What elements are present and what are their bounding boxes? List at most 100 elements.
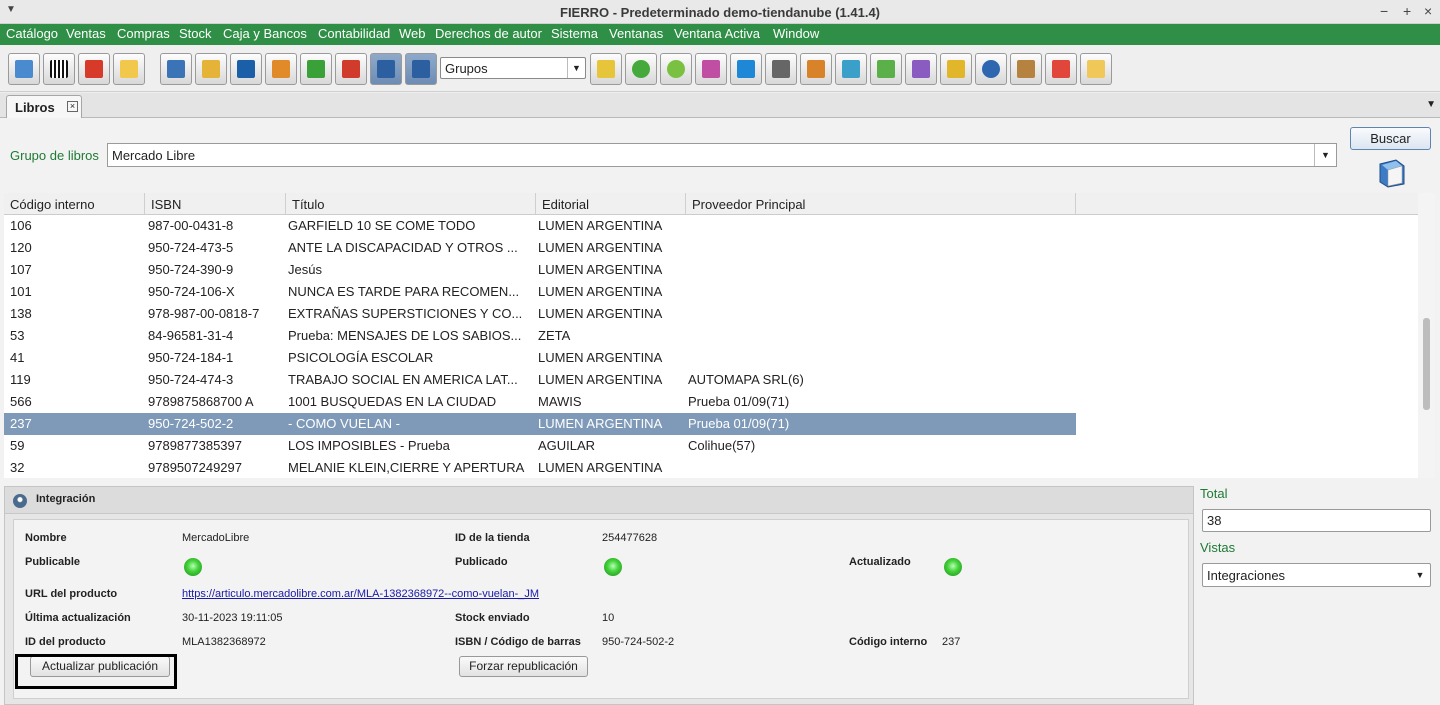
table-cell: LUMEN ARGENTINA <box>538 240 663 255</box>
ultima-label: Última actualización <box>25 612 131 624</box>
chevron-down-icon: ▼ <box>567 58 585 78</box>
forzar-republicacion-button[interactable]: Forzar republicación <box>459 656 588 677</box>
notes-button[interactable] <box>195 53 227 85</box>
col-isbn[interactable]: ISBN <box>145 193 286 215</box>
col-editorial[interactable]: Editorial <box>536 193 686 215</box>
table-scrollbar[interactable] <box>1418 193 1435 478</box>
table-row[interactable]: 138 978-987-00-0818-7 EXTRAÑAS SUPERSTICIO… <box>4 303 1076 325</box>
table-cell: 237 <box>10 416 32 431</box>
monitor-button[interactable] <box>730 53 762 85</box>
table-cell: LUMEN ARGENTINA <box>538 350 663 365</box>
integration-header[interactable]: Integración <box>5 487 1193 514</box>
table-cell: 84-96581-31-4 <box>148 328 234 343</box>
table-row[interactable]: 101 950-724-106-X NUNCA ES TARDE PARA RECO… <box>4 281 1076 303</box>
grid-view-button[interactable] <box>405 53 437 85</box>
maximize-button[interactable]: + <box>1403 3 1411 19</box>
clip-button[interactable] <box>940 53 972 85</box>
transfer-button[interactable] <box>265 53 297 85</box>
shield-button[interactable] <box>230 53 262 85</box>
se-doc-button[interactable] <box>870 53 902 85</box>
target-button[interactable] <box>625 53 657 85</box>
minimize-button[interactable]: − <box>1380 3 1388 19</box>
vistas-label: Vistas <box>1200 540 1236 555</box>
table-cell: MAWIS <box>538 394 582 409</box>
menu-window[interactable]: Window <box>773 26 819 41</box>
fc-doc-button[interactable] <box>835 53 867 85</box>
table-cell: LUMEN ARGENTINA <box>538 262 663 277</box>
cancel-button[interactable] <box>335 53 367 85</box>
barcode-button[interactable] <box>43 53 75 85</box>
group-select[interactable]: Mercado Libre ▼ <box>107 143 1337 167</box>
rv-doc-button[interactable] <box>905 53 937 85</box>
invoice-fc-button[interactable] <box>113 53 145 85</box>
col-codigo[interactable]: Código interno <box>4 193 145 215</box>
scroll-thumb[interactable] <box>1423 318 1430 410</box>
menu-sistema[interactable]: Sistema <box>551 26 598 41</box>
close-window-button[interactable]: × <box>1424 3 1432 19</box>
table-cell: LUMEN ARGENTINA <box>538 284 663 299</box>
truck-button[interactable] <box>78 53 110 85</box>
table-cell: Jesús <box>288 262 322 277</box>
clock-button[interactable] <box>975 53 1007 85</box>
book-catalog-button[interactable] <box>8 53 40 85</box>
pe-button[interactable] <box>1045 53 1077 85</box>
menu-compras[interactable]: Compras <box>117 26 170 41</box>
grupos-dropdown[interactable]: Grupos ▼ <box>440 57 586 79</box>
vistas-select[interactable]: Integraciones ▼ <box>1202 563 1431 587</box>
menu-ventana-activa[interactable]: Ventana Activa <box>674 26 760 41</box>
table-cell: Prueba 01/09(71) <box>688 416 790 431</box>
table-row[interactable]: 120 950-724-473-5 ANTE LA DISCAPACIDAD Y O… <box>4 237 1076 259</box>
table-row[interactable]: 237 950-724-502-2 - COMO VUELAN - LUMEN ARG… <box>4 413 1076 435</box>
books-table[interactable]: Código interno ISBN Título Editorial Pro… <box>4 193 1418 478</box>
stack-button[interactable] <box>800 53 832 85</box>
menu-catalogo[interactable]: Catálogo <box>6 26 58 41</box>
menu-stock[interactable]: Stock <box>179 26 212 41</box>
edit-button[interactable] <box>765 53 797 85</box>
col-proveedor[interactable]: Proveedor Principal <box>686 193 1076 215</box>
table-row[interactable]: 107 950-724-390-9 Jesús LUMEN ARGENTINA <box>4 259 1076 281</box>
total-field[interactable]: 38 <box>1202 509 1431 532</box>
table-row[interactable]: 106 987-00-0431-8 GARFIELD 10 SE COME TODO… <box>4 215 1076 237</box>
book-icon[interactable] <box>1376 158 1408 188</box>
menu-caja-bancos[interactable]: Caja y Bancos <box>223 26 307 41</box>
tab-menu-icon[interactable]: ▼ <box>1426 99 1436 110</box>
rv-icon <box>912 60 930 78</box>
menu-contabilidad[interactable]: Contabilidad <box>318 26 390 41</box>
document-button[interactable] <box>160 53 192 85</box>
check-button[interactable] <box>300 53 332 85</box>
close-icon[interactable]: × <box>67 101 78 112</box>
table-cell: 978-987-00-0818-7 <box>148 306 260 321</box>
menu-derechos-autor[interactable]: Derechos de autor <box>435 26 542 41</box>
group-label: Grupo de libros <box>10 148 99 163</box>
rings-button[interactable] <box>590 53 622 85</box>
tab-libros[interactable]: Libros × <box>6 95 82 118</box>
edit-icon <box>772 60 790 78</box>
table-cell: 101 <box>10 284 32 299</box>
menu-web[interactable]: Web <box>399 26 426 41</box>
menu-ventanas[interactable]: Ventanas <box>609 26 663 41</box>
box-button[interactable] <box>1010 53 1042 85</box>
table-cell: 32 <box>10 460 25 475</box>
search-button[interactable]: Buscar <box>1350 127 1431 150</box>
collapse-icon[interactable] <box>13 494 27 508</box>
table-cell: 950-724-390-9 <box>148 262 234 277</box>
table-row[interactable]: 566 9789875868700 A 1001 BUSQUEDAS EN LA C… <box>4 391 1076 413</box>
table-row[interactable]: 119 950-724-474-3 TRABAJO SOCIAL EN AMERIC… <box>4 369 1076 391</box>
table-cell: Colihue(57) <box>688 438 756 453</box>
list-view-button[interactable] <box>370 53 402 85</box>
eraser-button[interactable] <box>695 53 727 85</box>
table-row[interactable]: 32 9789507249297 MELANIE KLEIN,CIERRE Y AP… <box>4 457 1076 478</box>
rings-icon <box>597 60 615 78</box>
table-cell: LUMEN ARGENTINA <box>538 460 663 475</box>
product-url-link[interactable]: https://articulo.mercadolibre.com.ar/MLA… <box>182 588 539 600</box>
table-row[interactable]: 59 9789877385397 LOS IMPOSIBLES - Prueba AG… <box>4 435 1076 457</box>
chevron-down-icon: ▼ <box>1415 570 1425 580</box>
col-titulo[interactable]: Título <box>286 193 536 215</box>
menu-bar: Catálogo Ventas Compras Stock Caja y Ban… <box>0 24 1440 45</box>
cycle-button[interactable] <box>660 53 692 85</box>
re-button[interactable] <box>1080 53 1112 85</box>
table-row[interactable]: 41 950-724-184-1 PSICOLOGÍA ESCOLAR LUMEN A… <box>4 347 1076 369</box>
table-cell: LUMEN ARGENTINA <box>538 218 663 233</box>
table-row[interactable]: 53 84-96581-31-4 Prueba: MENSAJES DE LOS S… <box>4 325 1076 347</box>
menu-ventas[interactable]: Ventas <box>66 26 106 41</box>
